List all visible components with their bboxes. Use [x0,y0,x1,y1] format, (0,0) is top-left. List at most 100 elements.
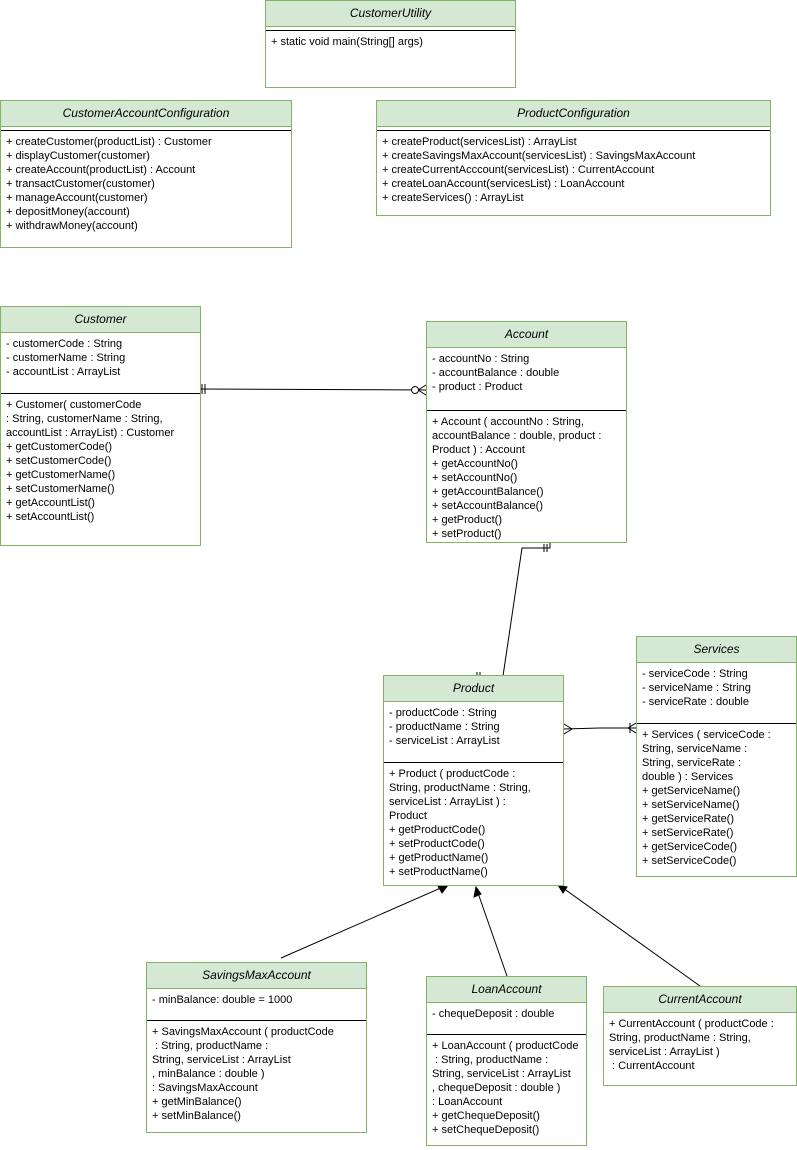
operation-line: + getMinBalance() [152,1096,242,1108]
operation-line: + createProduct(servicesList) : ArrayLis… [382,136,577,148]
operation-line: + getAccountNo() [432,458,518,470]
class-name: Account [427,322,626,348]
class-services[interactable]: Services - serviceCode : String - service… [636,636,797,877]
attribute-line: - accountNo : String [432,353,530,365]
operation-line: + setChequeDeposit() [432,1124,540,1136]
operation-line: + getAccountList() [6,497,95,509]
class-product[interactable]: Product - productCode : String - productN… [383,675,564,886]
attribute-line: - product : Product [432,381,523,393]
class-account[interactable]: Account - accountNo : String - accountBal… [426,321,627,543]
operation-line: String, serviceList : ArrayList [152,1054,291,1066]
operation-line: serviceList : ArrayList ) [609,1046,720,1058]
attribute-line: - serviceName : String [642,682,751,694]
operation-line: + getChequeDeposit() [432,1110,540,1122]
operation-line: , chequeDeposit : double ) [432,1082,561,1094]
operation-line: + setAccountBalance() [432,500,543,512]
operation-line: + getProductCode() [389,824,486,836]
operation-line: double ) : Services [642,771,734,783]
operation-line: + withdrawMoney(account) [6,220,138,232]
attribute-line: - productCode : String [389,707,497,719]
operation-line: + setServiceName() [642,799,740,811]
operations: + Product ( productCode : String, product… [384,763,563,883]
class-name: ProductConfiguration [377,101,770,127]
class-customer-utility[interactable]: CustomerUtility + static void main(Strin… [265,0,516,88]
attribute-line: - chequeDeposit : double [432,1008,555,1020]
operation-line: String, productName : String, [609,1032,751,1044]
operations: + createCustomer(productList) : Customer… [1,131,291,237]
class-customer[interactable]: Customer - customerCode : String - custom… [0,306,201,546]
class-name: Customer [1,307,200,333]
operation-line: + getCustomerName() [6,469,116,481]
edge-loan-product [473,885,508,977]
operation-line: + setMinBalance() [152,1110,241,1122]
operations: + Services ( serviceCode : String, servic… [637,724,796,872]
class-customer-account-configuration[interactable]: CustomerAccountConfiguration + createCus… [0,100,292,248]
operation-line: + Product ( productCode : [389,768,516,780]
operation-line: + getServiceRate() [642,813,735,825]
attribute-line: - customerName : String [6,352,126,364]
class-name: CustomerAccountConfiguration [1,101,291,127]
operations: + Account ( accountNo : String, accountBa… [427,411,626,542]
operation-line: + static void main(String[] args) [271,36,423,48]
operation-line: + LoanAccount ( productCode [432,1040,579,1052]
attributes: - customerCode : String - customerName : … [1,333,200,389]
edge-product-services [563,722,637,735]
operation-line: + SavingsMaxAccount ( productCode [152,1026,334,1038]
operation-line: String, serviceName : [642,743,748,755]
operations: + SavingsMaxAccount ( productCode : Stri… [147,1021,366,1127]
operation-line: + manageAccount(customer) [6,192,148,204]
attribute-line: - customerCode : String [6,338,123,350]
operation-line: , minBalance : double ) [152,1068,265,1080]
class-name: CustomerUtility [266,1,515,27]
operation-line: + Services ( serviceCode : [642,729,771,741]
attribute-line: - accountBalance : double [432,367,560,379]
attribute-line: - serviceCode : String [642,668,748,680]
attributes: - minBalance: double = 1000 [147,989,366,1016]
attributes: - productCode : String - productName : St… [384,702,563,758]
operation-line: Product ) : Account [432,444,525,456]
attributes: - chequeDeposit : double [427,1003,586,1030]
operation-line: : String, customerName : String, [6,413,163,425]
operation-line: + setProduct() [432,528,502,540]
operation-line: + getCustomerCode() [6,441,113,453]
operation-line: accountList : ArrayList) : Customer [6,427,175,439]
operations: + Customer( customerCode : String, custom… [1,394,200,528]
operation-line: + setServiceCode() [642,855,737,867]
operation-line: + setAccountList() [6,511,95,523]
operation-line: + setCustomerCode() [6,455,112,467]
attribute-line: - productName : String [389,721,500,733]
operation-line: + getAccountBalance() [432,486,544,498]
operation-line: + createServices() : ArrayList [382,192,524,204]
operation-line: + createAccount(productList) : Account [6,164,196,176]
operation-line: + setProductName() [389,866,488,878]
class-name: SavingsMaxAccount [147,963,366,989]
class-savings-max-account[interactable]: SavingsMaxAccount - minBalance: double =… [146,962,367,1133]
class-name: Services [637,637,796,663]
operation-line: + getProduct() [432,514,503,526]
operation-line: String, serviceRate : [642,757,742,769]
operation-line: + setProductCode() [389,838,485,850]
attributes: - accountNo : String - accountBalance : d… [427,348,626,404]
operation-line: String, productName : String, [389,782,531,794]
operation-line: + getProductName() [389,852,489,864]
operation-line: + createLoanAccount(servicesList) : Loan… [382,178,625,190]
operation-line: : String, productName : [432,1054,549,1066]
operation-line: + createCurrentAcccount(servicesList) : … [382,164,655,176]
operation-line: + Customer( customerCode [6,399,142,411]
attribute-line: - accountList : ArrayList [6,366,121,378]
edge-account-product [476,543,551,680]
class-current-account[interactable]: CurrentAccount + CurrentAccount ( produc… [603,986,797,1086]
operations: + createProduct(servicesList) : ArrayLis… [377,131,770,209]
attribute-line: - serviceList : ArrayList [389,735,500,747]
operation-line: : String, productName : [152,1040,269,1052]
class-product-configuration[interactable]: ProductConfiguration + createProduct(ser… [376,100,771,216]
class-loan-account[interactable]: LoanAccount - chequeDeposit : double + L… [426,976,587,1146]
attribute-line: - serviceRate : double [642,696,749,708]
operation-line: + createSavingsMaxAccount(servicesList) … [382,150,696,162]
class-name: Product [384,676,563,702]
operation-line: + depositMoney(account) [6,206,130,218]
operations: + CurrentAccount ( productCode : String, … [604,1013,796,1077]
operation-line: + displayCustomer(customer) [6,150,150,162]
operation-line: + CurrentAccount ( productCode : [609,1018,774,1030]
operation-line: Product [389,810,427,822]
